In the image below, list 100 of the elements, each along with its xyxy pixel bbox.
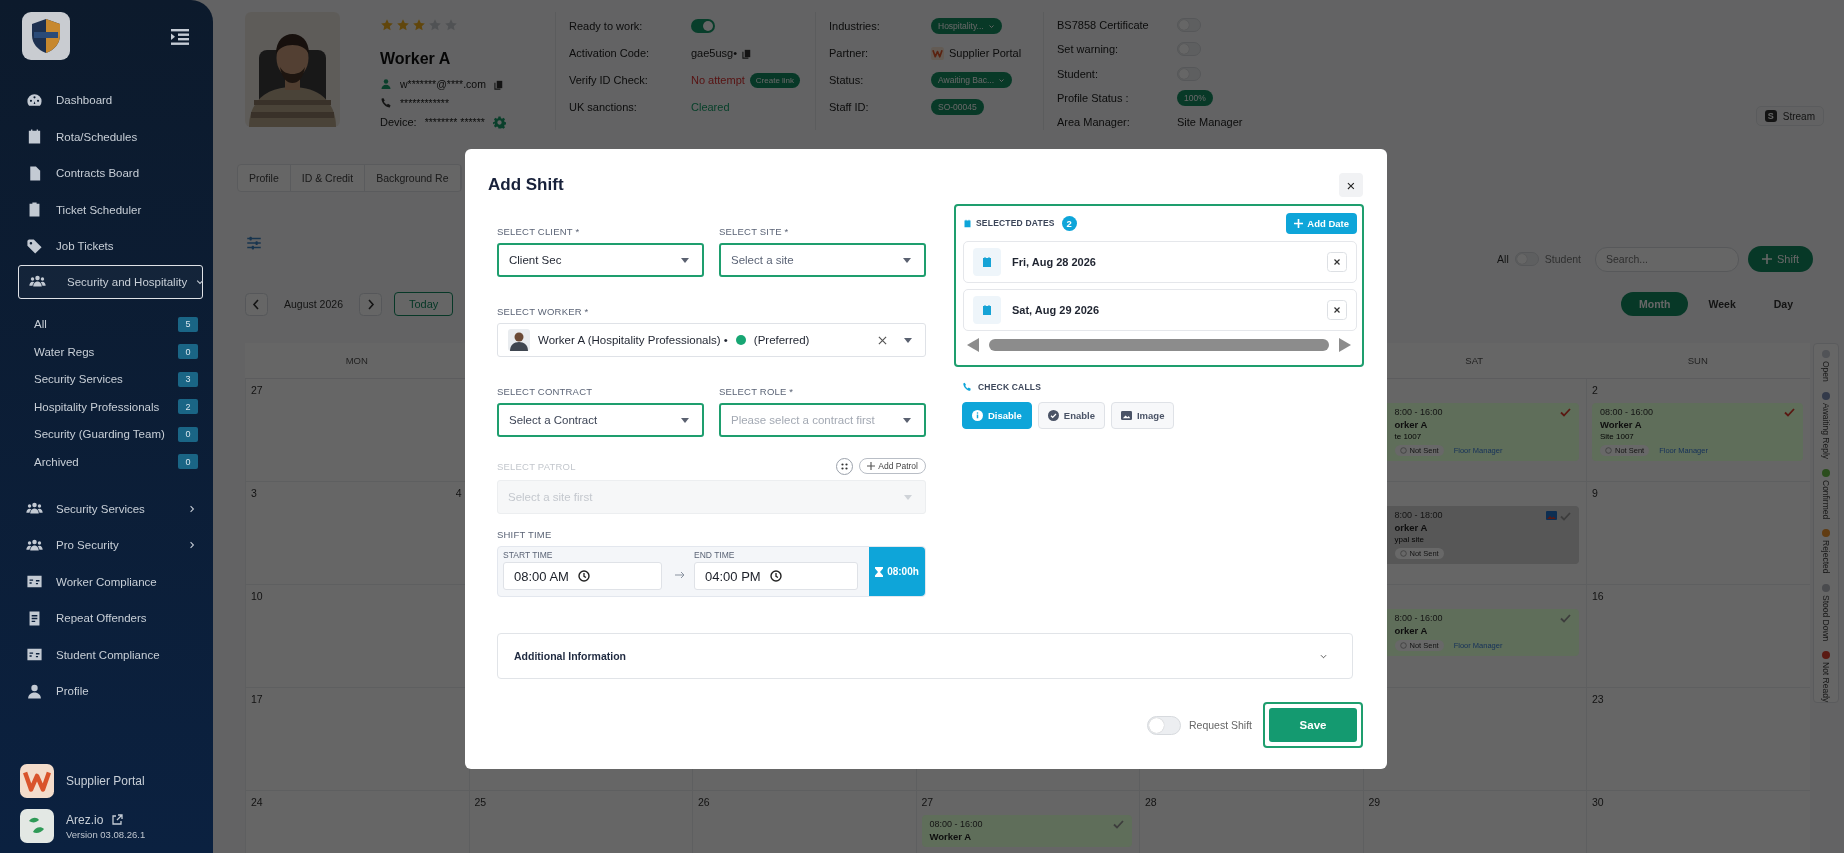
email-text: w*******@****.com [400,78,486,90]
day-number: 24 [251,796,263,810]
menu-icon[interactable] [171,29,189,45]
nav-item[interactable]: Profile [18,673,203,710]
nav-item[interactable]: Repeat Offenders [18,600,203,637]
leaf-logo [20,809,54,843]
nav-item[interactable]: Job Tickets [18,228,203,265]
grid-icon[interactable] [836,457,854,475]
nav-item[interactable]: Pro Security [18,527,203,564]
nav-item[interactable]: Ticket Scheduler [18,191,203,228]
weekday-label: SAT [1465,355,1484,366]
chevron-right-icon[interactable] [187,503,197,514]
field-label: Student: [1057,67,1099,80]
shield-logo[interactable] [22,12,70,60]
date-text: Sat, Aug 29 2026 [1012,304,1100,316]
caret-icon [680,256,690,264]
field-label: Device: [380,116,417,128]
field-label: Set warning: [1057,43,1120,56]
time-field[interactable]: 04:00 PM [694,562,858,590]
field-label: SELECT SITE * [719,226,790,237]
nav-subitem[interactable]: Security Services 3 [34,365,203,393]
gauge-icon [26,91,43,109]
day-number: 23 [1592,693,1604,707]
section-label: CHECK CALLS [978,382,1042,392]
copy-icon[interactable] [493,78,505,90]
calendar-icon [973,296,1001,324]
portal-link[interactable]: Supplier Portal [66,774,145,788]
nav-subitem[interactable]: Security (Guarding Team) 0 [34,420,203,448]
day-number: 27 [921,796,934,810]
nav-subitem[interactable]: Hospitality Professionals 2 [34,393,203,421]
calendar-icon [973,248,1001,276]
nav-item[interactable]: Student Compliance [18,636,203,673]
gear-icon[interactable] [492,115,506,129]
time-field[interactable]: 08:00 AM [503,562,662,590]
circle-icon [1399,550,1407,557]
zigzag-logo [20,764,54,798]
nav-item[interactable]: Rota/Schedules [18,118,203,155]
count-badge: 2 [1061,215,1077,231]
legend-label: Awaiting Reply [1820,402,1831,459]
field-label: Staff ID: [829,101,870,113]
field-label: START TIME [503,550,554,560]
chevron-right-icon[interactable] [187,540,197,551]
nav-item[interactable]: Security and Hospitality [18,264,203,299]
accordion[interactable]: Additional Information [497,633,1353,679]
day-number: 28 [1145,796,1157,810]
calendar-icon [26,128,43,146]
toggle-switch[interactable] [691,19,715,33]
nav-item[interactable]: Worker Compliance [18,563,203,600]
field-label: SELECT WORKER * [497,306,590,317]
field-label: Ready to work: [569,20,644,32]
caret-icon [902,256,912,264]
nav-subitem[interactable]: All 5 [34,310,203,338]
nav-item[interactable]: Contracts Board [18,155,203,192]
scroll-left-icon[interactable] [967,338,979,352]
save-button[interactable]: Save [1269,708,1357,742]
image-icon [1120,410,1132,421]
plus-icon [1294,218,1304,228]
field-label: Activation Code: [569,47,651,59]
nav-subitem[interactable]: Archived 0 [34,448,203,476]
field-label: Partner: [829,47,870,59]
day-number: 26 [698,796,710,810]
nav-item[interactable]: Security Services [18,490,203,527]
clear-icon[interactable] [878,335,887,345]
section-label: SELECTED DATES [976,218,1055,228]
legend-label: Confirmed [1820,479,1831,520]
select-field[interactable]: Worker A (Hospitality Professionals) • (Preferred) [497,323,926,357]
zigzag-logo [931,46,944,60]
tag-icon [26,237,43,255]
weekday-label: MON [345,355,368,366]
worker-name: Worker A [380,50,452,68]
status-dot-icon [735,335,746,345]
sliders-icon[interactable] [245,234,263,252]
remove-button[interactable] [1327,300,1347,320]
check-call-option[interactable]: Enable [1037,402,1105,429]
nav-item[interactable]: Dashboard [18,82,203,119]
external-link-icon[interactable] [111,813,124,826]
nav-subitem[interactable]: Water Regs 0 [34,338,203,366]
check-circle-icon [1047,410,1059,421]
circle-icon [1399,447,1407,454]
close-button[interactable]: × [1339,173,1363,197]
check-call-option[interactable]: Image [1110,402,1175,429]
weekday-label: SUN [1687,355,1708,366]
remove-button[interactable] [1327,252,1347,272]
field-label: Industries: [829,20,881,32]
select-field[interactable]: Select a site [719,243,926,277]
select-field[interactable]: Select a Contract [497,403,704,437]
select-field[interactable]: Client Sec [497,243,704,277]
count-badge: 2 [178,399,198,415]
status-text: Cleared [691,101,730,113]
field-label: Status: [829,74,865,86]
scroll-right-icon[interactable] [1339,338,1351,352]
scrollbar-thumb[interactable] [989,339,1329,351]
day-number: 27 [251,384,263,398]
field-label: Area Manager: [1057,115,1131,128]
chevron-left-icon[interactable] [245,292,268,316]
version-text: Version 03.08.26.1 [66,828,146,840]
shift-card[interactable]: 08:00 - 16:00 Worker A [921,815,1132,847]
caret-icon [903,493,913,501]
toggle-switch[interactable] [1146,715,1181,735]
duration-badge: 08:00h [869,547,925,596]
